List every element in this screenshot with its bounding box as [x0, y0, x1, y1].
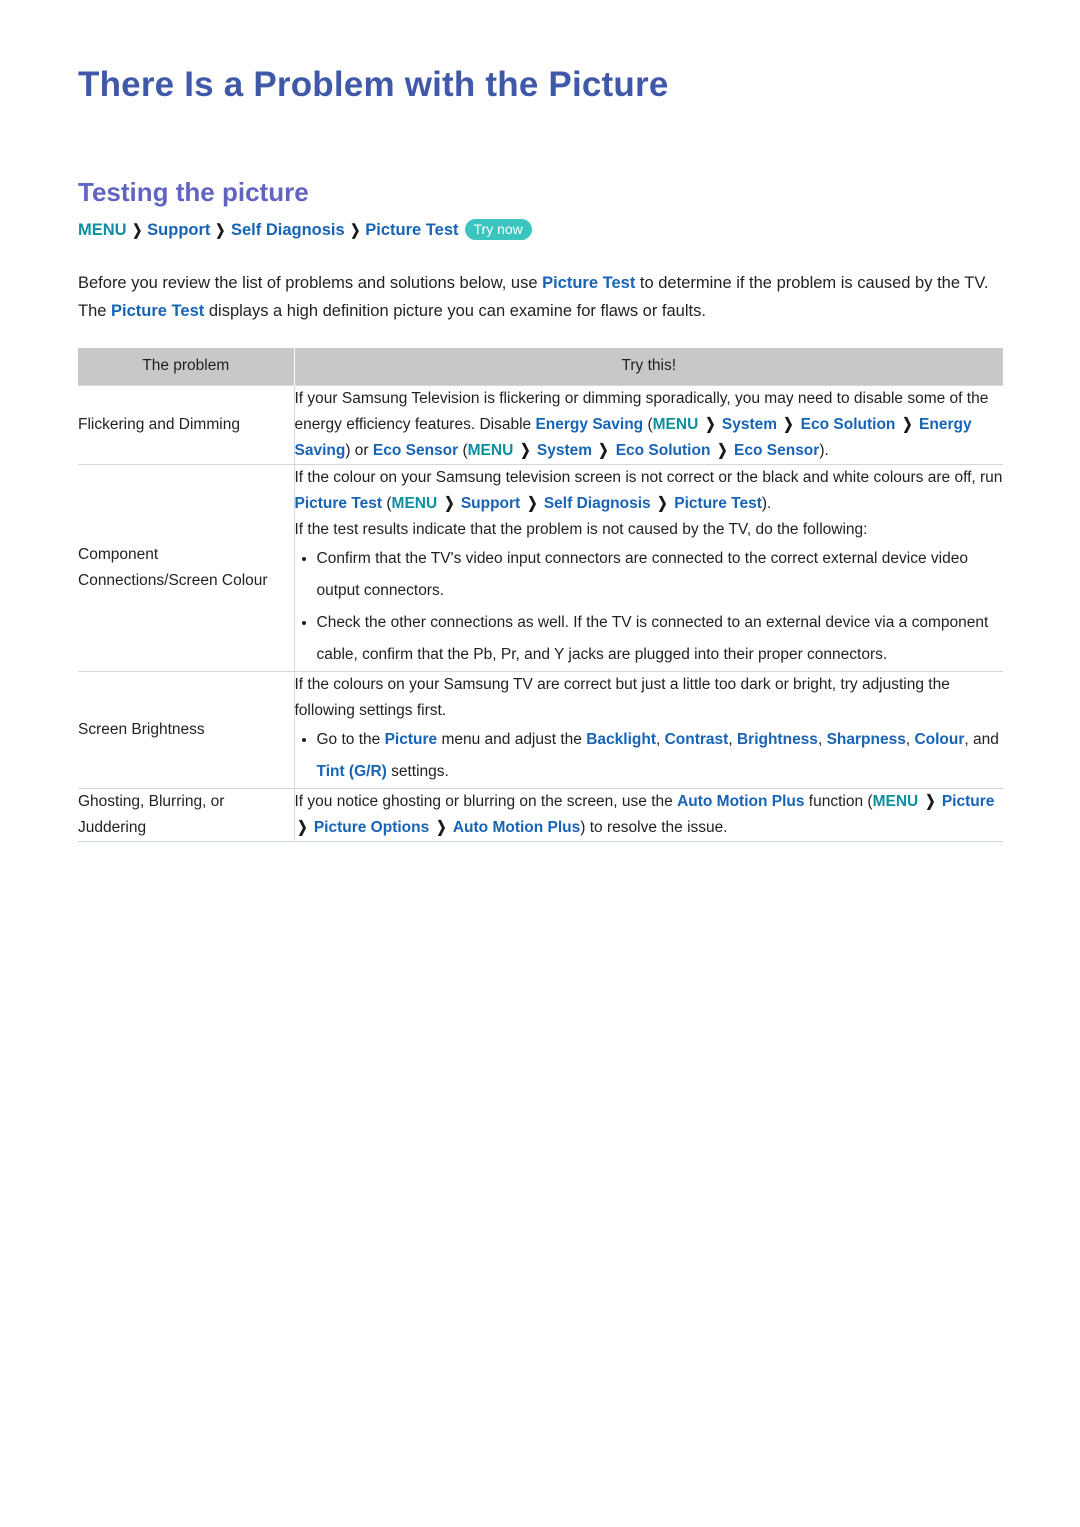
link-system-2[interactable]: System: [537, 442, 592, 459]
solution-paragraph: If you notice ghosting or blurring on th…: [295, 789, 1004, 841]
text-segment: , and: [964, 731, 999, 748]
problem-cell: Flickering and Dimming: [78, 385, 295, 465]
text-segment: If the colour on your Samsung television…: [294, 469, 1003, 486]
link-support[interactable]: Support: [461, 495, 520, 512]
link-sharpness[interactable]: Sharpness: [827, 731, 906, 748]
text-segment: ).: [761, 495, 772, 512]
text-segment: (: [382, 495, 392, 512]
text-segment: ) to resolve the issue.: [580, 819, 728, 836]
intro-paragraph: Before you review the list of problems a…: [78, 269, 1003, 325]
table-header-problem: The problem: [78, 348, 295, 386]
chevron-right-icon: ❯: [296, 819, 308, 836]
breadcrumb-menu[interactable]: MENU: [78, 221, 127, 239]
chevron-right-icon: ❯: [520, 442, 531, 459]
link-contrast[interactable]: Contrast: [665, 731, 729, 748]
intro-link-picture-test-2[interactable]: Picture Test: [111, 302, 204, 320]
link-backlight[interactable]: Backlight: [586, 731, 656, 748]
problem-cell: Screen Brightness: [78, 671, 295, 789]
link-menu[interactable]: MENU: [392, 495, 438, 512]
link-eco-solution-2[interactable]: Eco Solution: [616, 442, 711, 459]
solution-bullet-list: Confirm that the TV's video input connec…: [295, 543, 1004, 671]
chevron-right-icon: ❯: [349, 222, 361, 239]
table-row: Ghosting, Blurring, or Juddering If you …: [78, 788, 1004, 842]
chevron-right-icon: ❯: [902, 416, 913, 433]
link-eco-sensor-2[interactable]: Eco Sensor: [734, 442, 819, 459]
chevron-right-icon: ❯: [924, 793, 936, 810]
chevron-right-icon: ❯: [705, 416, 716, 433]
try-now-badge[interactable]: Try now: [464, 219, 532, 241]
link-auto-motion-plus[interactable]: Auto Motion Plus: [677, 793, 804, 810]
list-item: Go to the Picture menu and adjust the Ba…: [295, 724, 1004, 788]
solution-paragraph: If your Samsung Television is flickering…: [295, 386, 1004, 464]
text-segment: Go to the: [316, 731, 385, 748]
solution-bullet-list: Go to the Picture menu and adjust the Ba…: [295, 724, 1004, 788]
table-header-row: The problem Try this!: [78, 348, 1003, 386]
list-item: Confirm that the TV's video input connec…: [295, 543, 1004, 607]
intro-text-3: displays a high definition picture you c…: [204, 301, 706, 320]
link-eco-solution[interactable]: Eco Solution: [801, 416, 896, 433]
link-picture-options[interactable]: Picture Options: [314, 819, 429, 836]
chevron-right-icon: ❯: [443, 495, 455, 512]
text-segment: settings.: [386, 763, 449, 780]
section-title: Testing the picture: [78, 177, 309, 207]
chevron-right-icon: ❯: [783, 416, 794, 433]
link-menu-2[interactable]: MENU: [468, 442, 514, 459]
list-item: Check the other connections as well. If …: [295, 607, 1004, 671]
solution-paragraph: If the colour on your Samsung television…: [295, 465, 1004, 517]
link-auto-motion-plus-2[interactable]: Auto Motion Plus: [453, 819, 580, 836]
breadcrumb-item-picture-test[interactable]: Picture Test: [365, 221, 458, 239]
problem-cell: Ghosting, Blurring, or Juddering: [78, 788, 295, 842]
link-menu[interactable]: MENU: [653, 416, 699, 433]
intro-link-picture-test-1[interactable]: Picture Test: [542, 274, 635, 292]
chevron-right-icon: ❯: [131, 222, 142, 239]
text-segment: ,: [728, 731, 737, 748]
solution-cell: If you notice ghosting or blurring on th…: [294, 788, 1004, 842]
text-segment: (: [458, 442, 468, 459]
link-picture-test-2[interactable]: Picture Test: [674, 495, 762, 512]
solution-cell: If your Samsung Television is flickering…: [294, 385, 1004, 465]
link-brightness[interactable]: Brightness: [737, 731, 818, 748]
text-segment: (: [643, 416, 653, 433]
solution-cell: If the colour on your Samsung television…: [294, 464, 1004, 672]
chevron-right-icon: ❯: [435, 819, 447, 836]
text-segment: ).: [819, 442, 829, 459]
table-header-try-this: Try this!: [294, 348, 1003, 386]
text-segment: ) or: [345, 442, 373, 459]
page-title: There Is a Problem with the Picture: [78, 65, 669, 104]
chevron-right-icon: ❯: [526, 495, 538, 512]
link-picture[interactable]: Picture: [385, 731, 438, 748]
link-tint[interactable]: Tint (G/R): [317, 763, 387, 780]
solution-paragraph-2: If the test results indicate that the pr…: [294, 521, 868, 538]
link-picture[interactable]: Picture: [942, 793, 995, 810]
table-row: Flickering and Dimming If your Samsung T…: [78, 385, 1004, 465]
chevron-right-icon: ❯: [215, 222, 226, 239]
link-system[interactable]: System: [722, 416, 777, 433]
link-energy-saving[interactable]: Energy Saving: [535, 416, 643, 433]
chevron-right-icon: ❯: [717, 442, 728, 459]
problem-cell: Component Connections/Screen Colour: [78, 464, 295, 672]
text-segment: ,: [817, 731, 827, 748]
table-row: Component Connections/Screen Colour If t…: [78, 464, 1004, 672]
solution-paragraph: If the colours on your Samsung TV are co…: [294, 676, 950, 719]
text-segment: function (: [804, 793, 873, 810]
document-page: There Is a Problem with the Picture Test…: [0, 0, 1080, 1527]
text-segment: If you notice ghosting or blurring on th…: [294, 793, 678, 810]
chevron-right-icon: ❯: [598, 442, 609, 459]
link-menu[interactable]: MENU: [873, 793, 919, 810]
link-picture-test[interactable]: Picture Test: [295, 495, 383, 512]
breadcrumb-item-support[interactable]: Support: [147, 221, 210, 239]
text-segment: ,: [655, 731, 665, 748]
breadcrumb-item-self-diagnosis[interactable]: Self Diagnosis: [231, 221, 345, 239]
text-segment: menu and adjust the: [437, 731, 587, 748]
table-row: Screen Brightness If the colours on your…: [78, 671, 1004, 789]
link-eco-sensor[interactable]: Eco Sensor: [373, 442, 458, 459]
link-colour[interactable]: Colour: [914, 731, 964, 748]
intro-text-1: Before you review the list of problems a…: [78, 273, 543, 292]
problems-table: The problem Try this! Flickering and Dim…: [78, 348, 1003, 842]
chevron-right-icon: ❯: [657, 495, 668, 512]
solution-cell: If the colours on your Samsung TV are co…: [294, 671, 1004, 789]
breadcrumb: MENU ❯ Support ❯ Self Diagnosis ❯ Picture Test…: [78, 219, 532, 241]
link-self-diagnosis[interactable]: Self Diagnosis: [544, 495, 651, 512]
